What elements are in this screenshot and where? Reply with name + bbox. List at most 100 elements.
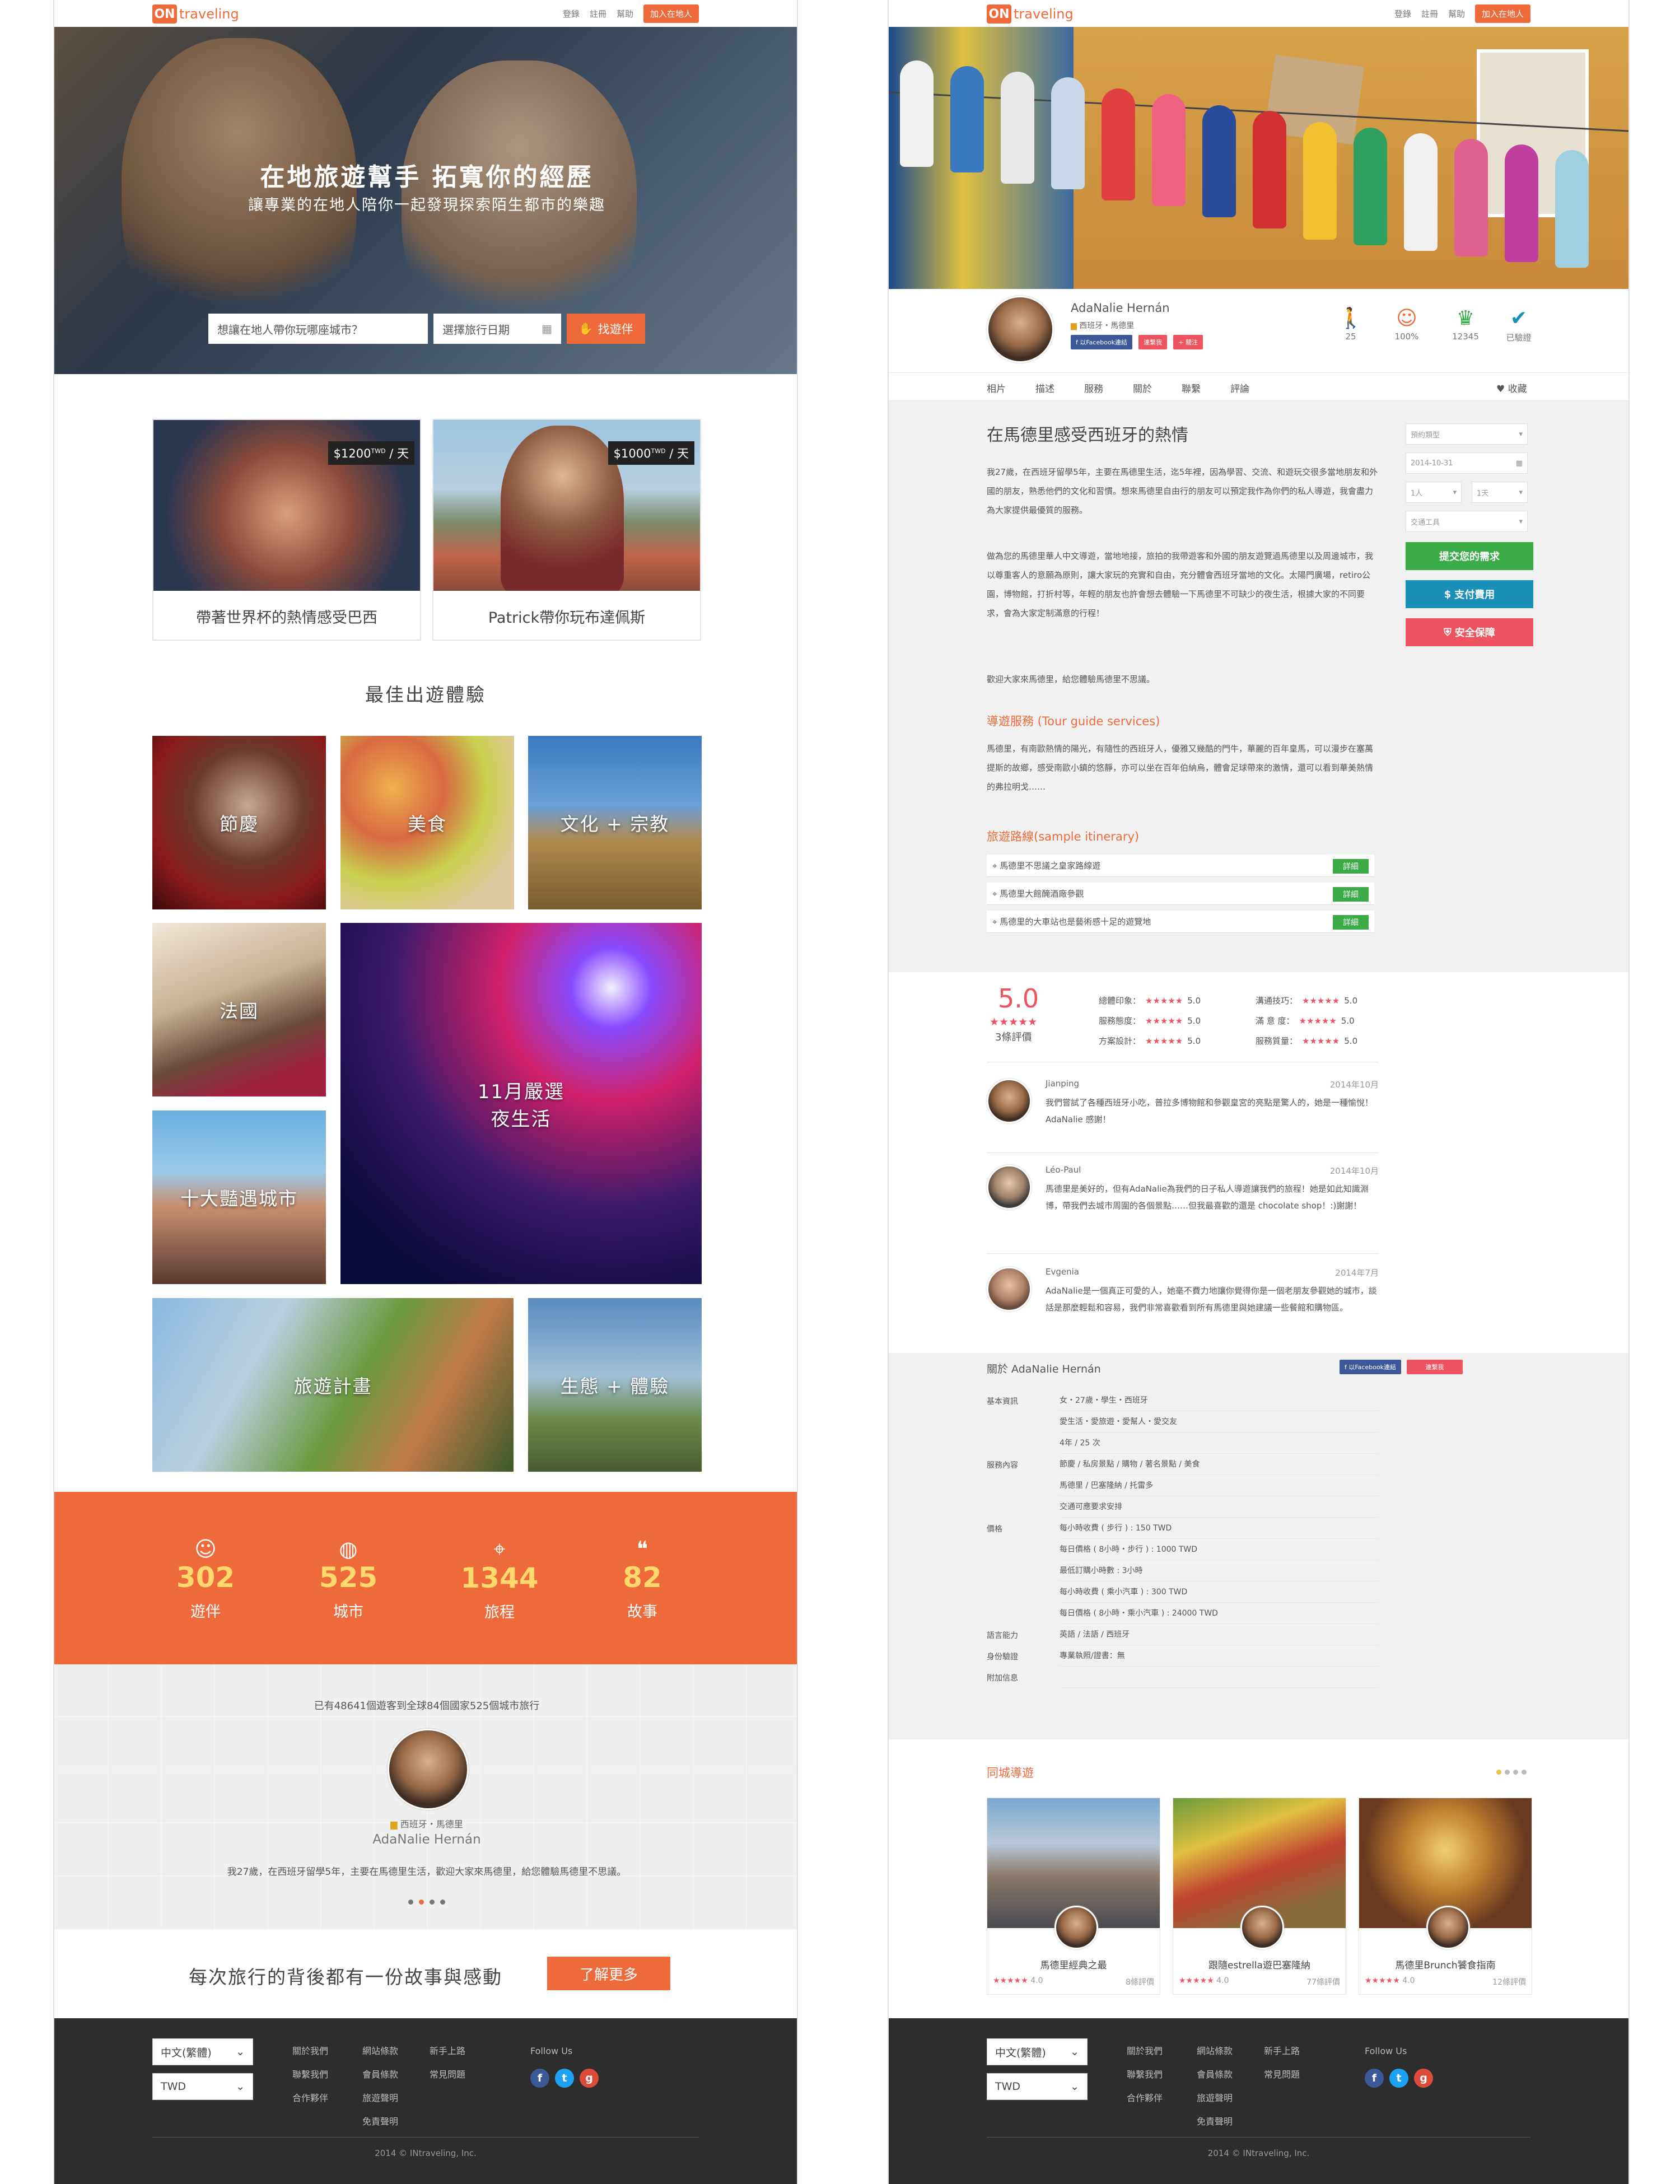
carousel-dot[interactable] xyxy=(1522,1770,1527,1775)
carousel-dots xyxy=(1496,1770,1527,1775)
footer-link[interactable]: 網站條款 xyxy=(362,2040,398,2063)
days-select[interactable]: 1天 ▾ xyxy=(1472,482,1528,503)
footer-link[interactable]: 關於我們 xyxy=(1127,2040,1163,2063)
detail-button[interactable]: 詳細 xyxy=(1333,887,1369,902)
language-select[interactable]: 中文(繁體) ⌄ xyxy=(987,2038,1088,2065)
category-tile-eco[interactable]: 生態 + 體驗 xyxy=(528,1298,702,1472)
tab-description[interactable]: 描述 xyxy=(1035,381,1054,395)
tab-about[interactable]: 關於 xyxy=(1133,381,1152,395)
favorite-button[interactable]: ♥ 收藏 xyxy=(1496,381,1527,395)
carousel-dot[interactable] xyxy=(419,1900,424,1905)
login-link[interactable]: 登錄 xyxy=(1394,8,1411,20)
find-guide-button[interactable]: ✋ 找遊伴 xyxy=(567,314,645,344)
guide-avatar xyxy=(1426,1906,1470,1949)
chevron-down-icon: ▾ xyxy=(1453,488,1457,497)
category-tile-food[interactable]: 美食 xyxy=(340,736,514,909)
category-tile-nightlife[interactable]: 11月嚴選 夜生活 xyxy=(340,923,702,1284)
featured-photo: $1000TWD / 天 xyxy=(433,420,700,591)
booking-type-select[interactable]: 預約類型 ▾ xyxy=(1406,423,1528,445)
footer-link[interactable]: 免責聲明 xyxy=(1197,2110,1233,2134)
logo[interactable]: ON traveling xyxy=(152,4,239,24)
footer-link[interactable]: 旅遊聲明 xyxy=(1197,2087,1233,2110)
facebook-icon[interactable]: f xyxy=(530,2069,549,2088)
tab-services[interactable]: 服務 xyxy=(1084,381,1103,395)
contact-button[interactable]: 連繫我 xyxy=(1138,335,1168,349)
carousel-dot[interactable] xyxy=(408,1900,413,1905)
footer-link[interactable]: 旅遊聲明 xyxy=(362,2087,398,2110)
login-link[interactable]: 登錄 xyxy=(563,8,580,20)
join-button[interactable]: 加入在地人 xyxy=(1474,4,1530,23)
footer-link[interactable]: 免責聲明 xyxy=(362,2110,398,2134)
footer-link[interactable]: 新手上路 xyxy=(430,2040,465,2063)
globe-icon: ◍ xyxy=(339,1537,358,1561)
tab-contact[interactable]: 聯繫 xyxy=(1182,381,1201,395)
stat-trips: ⌖ 1344 旅程 xyxy=(444,1537,556,1622)
people-select[interactable]: 1人 ▾ xyxy=(1406,482,1462,503)
guide-card[interactable]: 馬德里經典之最 ★★★★★ 4.0 8條評價 xyxy=(987,1798,1160,1995)
footer-link[interactable]: 新手上路 xyxy=(1264,2040,1300,2063)
safety-button[interactable]: ⛨ 安全保障 xyxy=(1406,618,1533,646)
currency-select[interactable]: TWD ⌄ xyxy=(152,2073,253,2100)
language-select[interactable]: 中文(繁體) ⌄ xyxy=(152,2038,253,2065)
guide-card[interactable]: 跟隨estrella遊巴塞隆納 ★★★★★ 4.0 77條評價 xyxy=(1173,1798,1346,1995)
chevron-down-icon: ⌄ xyxy=(1070,2080,1079,2093)
pay-button[interactable]: $ 支付費用 xyxy=(1406,580,1533,608)
footer-link[interactable]: 合作夥伴 xyxy=(1127,2087,1163,2110)
category-tile-france[interactable]: 法國 xyxy=(152,923,326,1096)
detail-button[interactable]: 詳細 xyxy=(1333,859,1369,874)
help-link[interactable]: 幫助 xyxy=(1448,8,1465,20)
footer-link[interactable]: 關於我們 xyxy=(292,2040,328,2063)
register-link[interactable]: 註冊 xyxy=(590,8,606,20)
tab-photos[interactable]: 相片 xyxy=(987,381,1006,395)
currency-select[interactable]: TWD ⌄ xyxy=(987,2073,1088,2100)
avatar[interactable] xyxy=(388,1729,469,1810)
facebook-icon[interactable]: f xyxy=(1365,2069,1384,2088)
metric-points: ♛ 12345 xyxy=(1440,306,1491,342)
booking-date-input[interactable]: 2014-10-31 ▦ xyxy=(1406,452,1528,474)
city-search-input[interactable]: 想讓在地人帶你玩哪座城市？ xyxy=(208,314,428,344)
twitter-icon[interactable]: t xyxy=(555,2069,574,2088)
carousel-dot[interactable] xyxy=(1496,1770,1501,1775)
best-experience-title: 最佳出遊體驗 xyxy=(365,684,486,706)
google-plus-icon[interactable]: g xyxy=(1414,2069,1433,2088)
date-input[interactable]: 選擇旅行日期 ▦ xyxy=(433,314,561,344)
footer-link[interactable]: 常見問題 xyxy=(1264,2063,1300,2087)
footer-link[interactable]: 會員條款 xyxy=(1197,2063,1233,2087)
carousel-dot[interactable] xyxy=(430,1900,435,1905)
category-tile-festival[interactable]: 節慶 xyxy=(152,736,326,909)
footer-link[interactable]: 聯繫我們 xyxy=(1127,2063,1163,2087)
tab-reviews[interactable]: 評論 xyxy=(1230,381,1249,395)
transport-select[interactable]: 交通工具 ▾ xyxy=(1406,511,1528,532)
footer-link[interactable]: 會員條款 xyxy=(362,2063,398,2087)
featured-card[interactable]: $1200TWD / 天 帶著世界杯的熱情感受巴西 xyxy=(152,419,421,641)
follow-button[interactable]: + 關注 xyxy=(1173,335,1203,349)
about-row-label: 語言能力 xyxy=(987,1631,1018,1640)
twitter-icon[interactable]: t xyxy=(1389,2069,1408,2088)
category-tile-travel-plan[interactable]: 旅遊計畫 xyxy=(152,1298,514,1472)
facebook-connect-button[interactable]: f 以Facebook連結 xyxy=(1340,1360,1402,1374)
help-link[interactable]: 幫助 xyxy=(617,8,633,20)
featured-card[interactable]: $1000TWD / 天 Patrick帶你玩布達佩斯 xyxy=(432,419,701,641)
logo[interactable]: ON traveling xyxy=(987,4,1074,24)
contact-button[interactable]: 連繫我 xyxy=(1407,1360,1463,1374)
featured-caption: Patrick帶你玩布達佩斯 xyxy=(488,609,646,627)
guide-services-text: 馬德里，有南歐熱情的陽光，有隨性的西班牙人，優雅又幾酷的門牛，華麗的百年皇馬，可… xyxy=(987,744,1374,792)
google-plus-icon[interactable]: g xyxy=(580,2069,599,2088)
facebook-connect-button[interactable]: f 以Facebook連結 xyxy=(1071,335,1133,349)
footer-link[interactable]: 聯繫我們 xyxy=(292,2063,328,2087)
register-link[interactable]: 註冊 xyxy=(1421,8,1438,20)
avatar[interactable] xyxy=(987,296,1054,363)
learn-more-button[interactable]: 了解更多 xyxy=(547,1957,670,1990)
carousel-dot[interactable] xyxy=(1505,1770,1510,1775)
submit-request-button[interactable]: 提交您的需求 xyxy=(1406,542,1533,570)
footer-link[interactable]: 常見問題 xyxy=(430,2063,465,2087)
category-tile-romance-cities[interactable]: 十大豔遇城市 xyxy=(152,1110,326,1284)
footer-link[interactable]: 網站條款 xyxy=(1197,2040,1233,2063)
detail-button[interactable]: 詳細 xyxy=(1333,915,1369,930)
category-tile-culture[interactable]: 文化 + 宗教 xyxy=(528,736,702,909)
footer-link[interactable]: 合作夥伴 xyxy=(292,2087,328,2110)
carousel-dot[interactable] xyxy=(440,1900,445,1905)
guide-card[interactable]: 馬德里Brunch饕食指南 ★★★★★ 4.0 12條評價 xyxy=(1359,1798,1532,1995)
carousel-dot[interactable] xyxy=(1513,1770,1518,1775)
join-button[interactable]: 加入在地人 xyxy=(643,4,699,23)
